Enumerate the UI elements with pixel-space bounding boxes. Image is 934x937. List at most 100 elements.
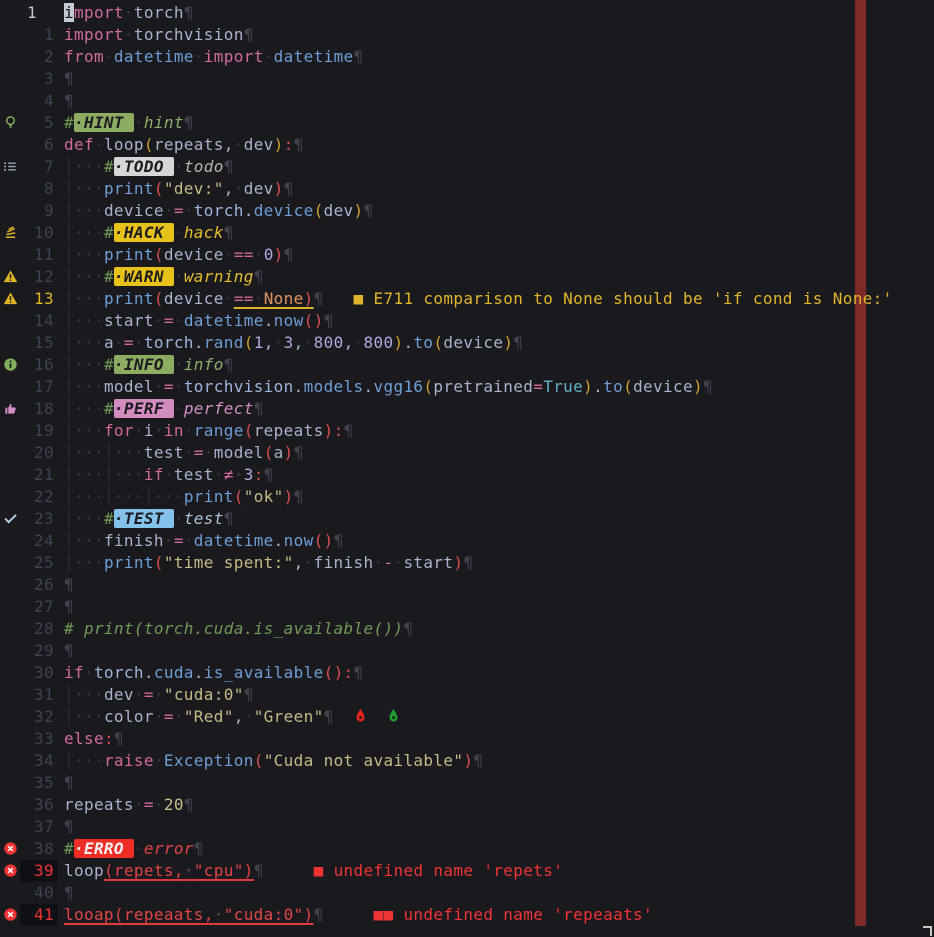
code-token: │ <box>64 399 74 418</box>
diagnostic-virtual-text: ■■ <box>374 905 394 924</box>
code-text[interactable]: def·loop(repeats,·dev):¶ <box>64 134 934 156</box>
code-token: ( <box>304 311 314 330</box>
code-token: · <box>174 399 184 418</box>
code-text[interactable]: from·datetime·import·datetime¶ <box>64 46 934 68</box>
code-token: ··· <box>114 443 144 462</box>
code-token: · <box>154 707 164 726</box>
code-text[interactable]: │···│···test·=·model(a)¶ <box>64 442 934 464</box>
code-token: ¶ <box>224 509 234 528</box>
code-token: import <box>204 47 264 66</box>
code-text[interactable]: looap(repeaats,·"cuda:0")¶ ■■ undefined … <box>64 904 934 926</box>
code-text[interactable]: │···#·WARN ·warning¶ <box>64 266 934 288</box>
code-token <box>334 707 354 726</box>
code-text[interactable]: ¶ <box>64 882 934 904</box>
code-text[interactable]: │···#·HACK ·hack¶ <box>64 222 934 244</box>
code-text[interactable]: │···#·PERF ·perfect¶ <box>64 398 934 420</box>
code-text[interactable]: │···raise·Exception("Cuda not available"… <box>64 750 934 772</box>
code-token: # <box>64 113 74 132</box>
code-token: color <box>104 707 154 726</box>
code-token: · <box>304 553 314 572</box>
gutter-sign-blank <box>0 90 20 112</box>
code-token: ¶ <box>114 729 124 748</box>
gutter-sign-blank <box>0 332 20 354</box>
code-line: 17│···model·=·torchvision.models.vgg16(p… <box>0 376 934 398</box>
code-token: = <box>164 707 174 726</box>
droplet-green-icon <box>387 708 400 727</box>
code-token: now <box>284 531 314 550</box>
code-text[interactable]: #·ERRO ·error¶ <box>64 838 934 860</box>
code-token: · <box>134 333 144 352</box>
code-text[interactable]: │···dev·=·"cuda:0"¶ <box>64 684 934 706</box>
code-text[interactable]: │···print("dev:",·dev)¶ <box>64 178 934 200</box>
code-text[interactable]: │···│···if·test·≠·3:¶ <box>64 464 934 486</box>
code-text[interactable]: │···print(device·==·None)¶ ■ E711 compar… <box>64 288 934 310</box>
code-token: datetime <box>274 47 354 66</box>
code-line: 7│···#·TODO ·todo¶ <box>0 156 934 178</box>
code-token: ) <box>334 663 344 682</box>
code-text[interactable]: │···device·=·torch.device(dev)¶ <box>64 200 934 222</box>
code-token: pretrained <box>433 377 533 396</box>
code-token: · <box>204 443 214 462</box>
code-text[interactable]: │···#·INFO ·info¶ <box>64 354 934 376</box>
code-text[interactable]: import·torchvision¶ <box>64 24 934 46</box>
code-token: torchvision <box>184 377 294 396</box>
code-token: │ <box>64 157 74 176</box>
code-token: ≠ <box>224 465 234 484</box>
code-token: hint <box>144 113 184 132</box>
code-token: raise <box>104 751 154 770</box>
code-token: # print(torch.cuda.is_available()) <box>64 619 403 638</box>
code-token: ) <box>693 377 703 396</box>
todo-comment-badge: ·TODO <box>114 157 174 176</box>
code-token: to <box>603 377 623 396</box>
code-line: 21│···│···if·test·≠·3:¶ <box>0 464 934 486</box>
code-token: │ <box>64 531 74 550</box>
code-text[interactable]: if·torch.cuda.is_available():¶ <box>64 662 934 684</box>
code-token: : <box>284 135 294 154</box>
code-token: torch <box>194 201 244 220</box>
code-text[interactable]: │···print(device·==·0)¶ <box>64 244 934 266</box>
code-token: ··· <box>74 465 104 484</box>
code-text[interactable]: ¶ <box>64 574 934 596</box>
code-token: ( <box>423 377 433 396</box>
code-text[interactable]: ¶ <box>64 772 934 794</box>
editor-buffer[interactable]: 1import·torch¶1import·torchvision¶2from·… <box>0 2 934 926</box>
gutter-sign-blank <box>0 200 20 222</box>
code-token: ¶ <box>463 553 473 572</box>
code-text[interactable]: │···#·TODO ·todo¶ <box>64 156 934 178</box>
code-token: "cuda:0" <box>164 685 244 704</box>
code-token: loop <box>104 135 144 154</box>
code-text[interactable]: ¶ <box>64 640 934 662</box>
code-text[interactable]: ¶ <box>64 596 934 618</box>
code-line: 1import·torchvision¶ <box>0 24 934 46</box>
code-text[interactable]: │···│···│···print("ok")¶ <box>64 486 934 508</box>
code-token: ( <box>154 289 164 308</box>
code-token: ¶ <box>314 905 324 924</box>
code-text[interactable]: loop(repets,·"cpu")¶ ■ undefined name 'r… <box>64 860 934 882</box>
code-text[interactable]: │···#·TEST ·test¶ <box>64 508 934 530</box>
code-token: : <box>334 421 344 440</box>
code-text[interactable]: import·torch¶ <box>64 2 934 24</box>
code-text[interactable]: │···finish·=·datetime.now()¶ <box>64 530 934 552</box>
code-token: : <box>104 729 114 748</box>
code-line: 41looap(repeaats,·"cuda:0")¶ ■■ undefine… <box>0 904 934 926</box>
line-number: 28 <box>20 618 58 640</box>
code-text[interactable]: # print(torch.cuda.is_available())¶ <box>64 618 934 640</box>
code-text[interactable]: │···model·=·torchvision.models.vgg16(pre… <box>64 376 934 398</box>
code-text[interactable]: repeats·=·20¶ <box>64 794 934 816</box>
code-token: ) <box>304 289 314 308</box>
code-text[interactable]: │···print("time spent:",·finish·-·start)… <box>64 552 934 574</box>
code-token: device <box>104 201 164 220</box>
code-text[interactable]: │···color·=·"Red",·"Green"¶ <box>64 706 934 728</box>
code-text[interactable]: │···start·=·datetime.now()¶ <box>64 310 934 332</box>
code-token: ) <box>463 751 473 770</box>
code-text[interactable]: ¶ <box>64 90 934 112</box>
code-text[interactable]: ¶ <box>64 816 934 838</box>
code-text[interactable]: ¶ <box>64 68 934 90</box>
code-token: "Cuda not available" <box>264 751 464 770</box>
droplet-red-icon <box>354 708 367 727</box>
code-text[interactable]: else:¶ <box>64 728 934 750</box>
code-text[interactable]: #·HINT ·hint¶ <box>64 112 934 134</box>
code-text[interactable]: │···for·i·in·range(repeats):¶ <box>64 420 934 442</box>
code-line: 12│···#·WARN ·warning¶ <box>0 266 934 288</box>
code-text[interactable]: │···a·=·torch.rand(1,·3,·800,·800).to(de… <box>64 332 934 354</box>
